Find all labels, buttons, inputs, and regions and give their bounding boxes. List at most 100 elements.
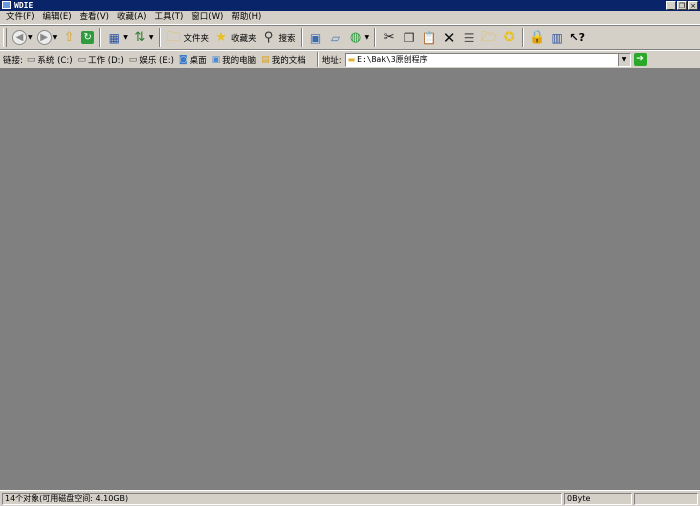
status-objects: 14个对象(可用磁盘空间: 4.10GB) [2,492,562,505]
copy-icon: ❐ [403,30,415,45]
toolbar-separator [158,28,161,47]
open-folder-icon: ▱ [330,30,341,45]
computer-icon: ▣ [211,54,221,65]
menu-tools[interactable]: 工具(T) [150,11,187,24]
link-drive-d[interactable]: ▭ 工作 (D:) [78,54,124,66]
open-folder-button[interactable]: ▱ [326,27,346,48]
sort-icon: ⇅ [134,29,146,45]
new-folder-icon: 🗁 [481,29,498,45]
properties-icon: ☰ [463,30,475,45]
close-button[interactable]: × [688,1,698,10]
status-size: 0Byte [564,492,632,505]
link-label: 系统 (C:) [37,55,73,66]
address-dropdown-button[interactable]: ▼ [617,53,630,66]
restore-button[interactable]: ❐ [677,1,687,10]
lock-icon: 🔒 [529,29,546,45]
refresh-button[interactable]: ↻ [79,27,96,48]
folder-icon: ▬ [347,55,356,64]
desktop-icon: ◙ [178,54,188,65]
go-button[interactable]: ➔ [633,53,647,66]
folders-button[interactable]: 🗀 文件夹 [164,27,212,48]
help-pointer-button[interactable]: ↖? [567,27,587,48]
folders-label: 文件夹 [183,33,210,44]
window-layout-button[interactable]: ▥ [547,27,567,48]
documents-icon: ▤ [261,54,270,65]
up-folder-button[interactable]: ⇧ [59,27,79,48]
paste-icon: 📋 [421,30,437,45]
drive-icon: ▭ [128,54,138,65]
menu-favorites[interactable]: 收藏(A) [113,11,150,24]
columns-icon: ▥ [551,30,563,45]
app-icon [2,1,11,9]
search-icon: ⚲ [263,29,274,45]
folder-icon: 🗀 [166,29,180,45]
help-pointer-icon: ↖? [569,30,585,44]
refresh-icon: ↻ [81,31,95,44]
forward-arrow-icon: ▶ [36,30,52,45]
chevron-down-icon[interactable]: ▼ [123,34,128,41]
view-mode-button[interactable]: ▦ ▼ [104,27,130,48]
menu-help[interactable]: 帮助(H) [227,11,265,24]
up-folder-icon: ⇧ [63,29,75,45]
lock-button[interactable]: 🔒 [527,27,547,48]
menu-bar: 文件(F) 编辑(E) 查看(V) 收藏(A) 工具(T) 窗口(W) 帮助(H… [0,11,700,25]
forward-button[interactable]: ▶ ▼ [35,27,60,48]
chevron-down-icon[interactable]: ▼ [365,34,370,41]
chevron-down-icon[interactable]: ▼ [149,34,154,41]
status-bar: 14个对象(可用磁盘空间: 4.10GB) 0Byte [0,490,700,506]
back-arrow-icon: ◀ [12,30,27,45]
status-extra [634,492,698,505]
link-label: 我的电脑 [222,55,257,66]
chevron-down-icon[interactable]: ▼ [28,34,33,41]
paste-button[interactable]: 📋 [419,27,439,48]
minimize-button[interactable]: _ [666,1,676,10]
back-button[interactable]: ◀ ▼ [10,27,35,48]
link-drive-c[interactable]: ▭ 系统 (C:) [27,54,73,66]
chevron-down-icon[interactable]: ▼ [53,34,58,41]
globe-icon: ◍ [349,29,362,45]
link-my-documents[interactable]: ▤ 我的文档 [261,54,306,66]
favorites-label: 收藏夹 [231,33,257,44]
grid-view-icon: ▦ [108,30,120,45]
search-label: 搜索 [278,33,296,44]
link-my-computer[interactable]: ▣ 我的电脑 [212,54,257,66]
toolbar: ◀ ▼ ▶ ▼ ⇧ ↻ ▦ ▼ ⇅ ▼ 🗀 文件夹 ★ 收藏夹 ⚲ 搜索 ▣ ▱ ◍ ▼ … [0,25,700,50]
link-drive-e[interactable]: ▭ 娱乐 (E:) [129,54,174,66]
delete-button[interactable]: ✕ [439,27,459,48]
address-input[interactable]: ▬ E:\Bak\3原创程序 ▼ [344,52,631,67]
address-label: 地址: [321,55,342,66]
new-folder-button[interactable]: 🗁 [479,27,499,48]
link-label: 桌面 [189,55,207,66]
link-label: 娱乐 (E:) [139,55,174,66]
picture-icon: ▣ [309,30,322,45]
menu-view[interactable]: 查看(V) [76,11,113,24]
menu-edit[interactable]: 编辑(E) [39,11,76,24]
add-star-icon: ✪ [503,29,515,45]
content-area[interactable] [0,69,700,490]
drive-icon: ▭ [26,54,36,65]
toolbar-grip[interactable] [3,28,7,47]
toolbar-separator [99,28,102,47]
menu-file[interactable]: 文件(F) [2,11,39,24]
favorites-button[interactable]: ★ 收藏夹 [211,27,259,48]
copy-button[interactable]: ❐ [399,27,419,48]
drive-icon: ▭ [77,54,87,65]
link-label: 我的文档 [271,55,306,66]
toolbar-separator [374,28,377,47]
menu-window[interactable]: 窗口(W) [187,11,227,24]
links-label: 链接: [3,55,23,66]
add-favorite-button[interactable]: ✪ [499,27,519,48]
sort-button[interactable]: ⇅ ▼ [130,27,156,48]
properties-button[interactable]: ☰ [459,27,479,48]
delete-x-icon: ✕ [442,28,456,47]
star-icon: ★ [215,29,227,45]
address-separator [316,52,319,67]
link-label: 工作 (D:) [88,55,124,66]
toolbar-separator [522,28,525,47]
network-button[interactable]: ◍ ▼ [346,27,372,48]
thumbnail-button[interactable]: ▣ [306,27,326,48]
link-desktop[interactable]: ◙ 桌面 [179,54,207,66]
address-value: E:\Bak\3原创程序 [357,55,428,64]
cut-button[interactable]: ✂ [379,27,399,48]
search-button[interactable]: ⚲ 搜索 [259,27,298,48]
